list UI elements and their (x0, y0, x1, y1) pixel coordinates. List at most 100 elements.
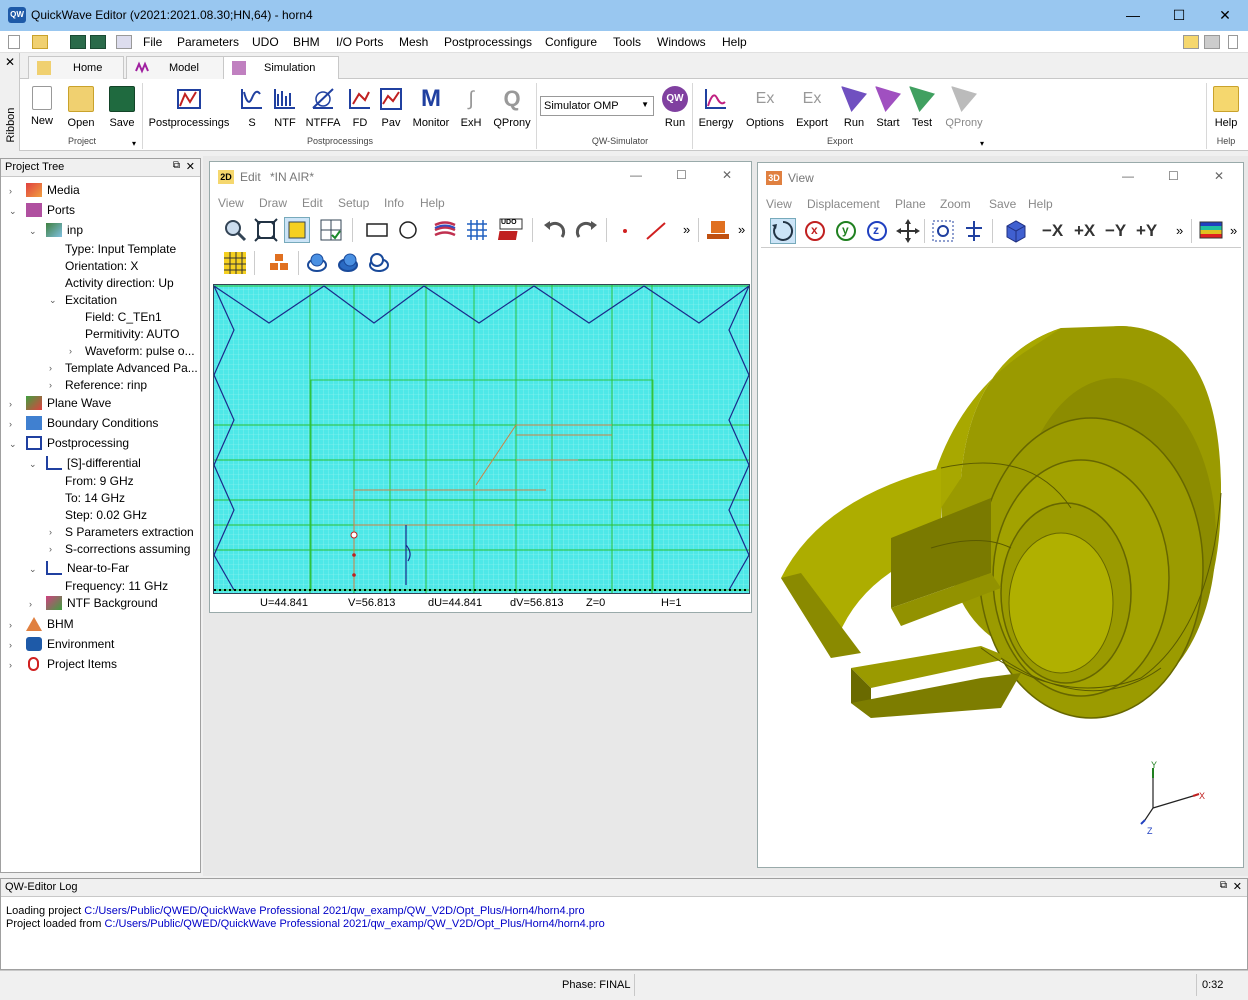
minimize-button[interactable]: — (1110, 0, 1156, 31)
help-book-icon[interactable] (1183, 35, 1199, 49)
tree-plane-wave[interactable]: Plane Wave (47, 396, 111, 410)
mesh-canvas[interactable] (213, 284, 750, 594)
line-icon[interactable] (643, 217, 669, 243)
tree-media[interactable]: Media (47, 183, 80, 197)
float-icon[interactable]: ⧉ (173, 160, 180, 171)
edit-menu-draw[interactable]: Draw (259, 196, 287, 210)
pav-button[interactable]: Pav (377, 83, 405, 129)
close-button[interactable]: ✕ (722, 168, 732, 182)
tree-ntf-background[interactable]: NTF Background (67, 596, 158, 610)
log-line-2-path[interactable]: C:/Users/Public/QWED/QuickWave Professio… (104, 918, 604, 930)
tree-near-to-far[interactable]: Near-to-Far (67, 561, 129, 575)
monitor-button[interactable]: M Monitor (410, 83, 452, 130)
view-plus-x-button[interactable]: +X (1074, 221, 1095, 241)
new-doc-icon[interactable] (8, 35, 20, 49)
menu-help[interactable]: Help (722, 35, 747, 49)
object-icon-2[interactable] (335, 250, 361, 276)
tab-simulation[interactable]: Simulation (223, 56, 339, 80)
chevron-right-icon[interactable]: › (49, 527, 52, 537)
chevron-down-icon[interactable]: ⌄ (9, 439, 17, 450)
tree-to[interactable]: To: 14 GHz (65, 491, 125, 505)
view-minus-y-button[interactable]: −Y (1105, 221, 1126, 241)
open-button[interactable]: Open (65, 83, 97, 129)
tree-bhm[interactable]: BHM (47, 617, 74, 631)
cubes-icon[interactable] (266, 250, 292, 276)
page-icon[interactable] (1228, 35, 1238, 49)
cube-icon[interactable] (1003, 218, 1029, 244)
tree-field[interactable]: Field: C_TEn1 (85, 310, 162, 324)
edit-menu-edit[interactable]: Edit (302, 196, 323, 210)
options-button[interactable]: Ex Options (742, 83, 788, 129)
group-expand-icon[interactable]: ▾ (132, 139, 136, 148)
menu-udo[interactable]: UDO (252, 35, 279, 49)
3d-canvas[interactable]: Y X Z (761, 247, 1241, 863)
tree-s-extraction[interactable]: S Parameters extraction (65, 525, 194, 539)
tree-ports[interactable]: Ports (47, 203, 75, 217)
mesh-toggle-icon[interactable] (222, 250, 248, 276)
tree-frequency[interactable]: Frequency: 11 GHz (65, 579, 168, 593)
properties-icon[interactable] (116, 35, 132, 49)
tree-s-corrections[interactable]: S-corrections assuming (65, 542, 190, 556)
edit-menu-help[interactable]: Help (420, 196, 445, 210)
menu-file[interactable]: File (143, 35, 162, 49)
tree-permitivity[interactable]: Permitivity: AUTO (85, 327, 179, 341)
chevron-down-icon[interactable]: ⌄ (29, 459, 37, 470)
tree-activity[interactable]: Activity direction: Up (65, 276, 174, 290)
save-all-icon[interactable] (90, 35, 106, 49)
menu-configure[interactable]: Configure (545, 35, 597, 49)
chevron-right-icon[interactable]: › (49, 380, 52, 390)
point-icon[interactable] (612, 217, 638, 243)
align-icon[interactable] (961, 218, 987, 244)
menu-tools[interactable]: Tools (613, 35, 641, 49)
chevron-down-icon[interactable]: ⌄ (29, 564, 37, 575)
run-simulator-button[interactable]: QW Run (660, 83, 690, 129)
menu-mesh[interactable]: Mesh (399, 35, 428, 49)
open-folder-icon[interactable] (32, 35, 48, 49)
rotate-x-icon[interactable]: x (802, 218, 828, 244)
close-icon[interactable]: ✕ (1233, 880, 1242, 893)
save-button[interactable]: Save (106, 83, 138, 129)
view-menu-save[interactable]: Save (989, 197, 1016, 211)
tree-template-advanced[interactable]: Template Advanced Pa... (65, 361, 198, 375)
tree-from[interactable]: From: 9 GHz (65, 474, 134, 488)
simulator-select[interactable]: Simulator OMP ▼ (540, 96, 654, 116)
ntf-button[interactable]: NTF (270, 83, 300, 129)
chevron-right-icon[interactable]: › (49, 544, 52, 554)
chevron-right-icon[interactable]: › (29, 599, 32, 609)
close-button[interactable]: ✕ (1202, 0, 1248, 31)
chevron-down-icon[interactable]: ⌄ (9, 206, 17, 217)
tree-step[interactable]: Step: 0.02 GHz (65, 508, 147, 522)
chevron-down-icon[interactable]: ⌄ (29, 226, 37, 237)
qprony-button[interactable]: Q QProny (490, 83, 534, 129)
edit-menu-info[interactable]: Info (384, 196, 404, 210)
menu-windows[interactable]: Windows (657, 35, 706, 49)
mesh-grid-icon[interactable] (464, 217, 490, 243)
udo-icon[interactable]: UDO (497, 217, 524, 243)
tree-environment[interactable]: Environment (47, 637, 114, 651)
rectangle-icon[interactable] (364, 217, 390, 243)
view-menu-view[interactable]: View (766, 197, 792, 211)
rotate-y-icon[interactable]: y (833, 218, 859, 244)
tree-postprocessing[interactable]: Postprocessing (47, 436, 129, 450)
more-tools-icon-2[interactable]: » (738, 222, 745, 237)
chevron-right-icon[interactable]: › (49, 363, 52, 373)
fd-button[interactable]: FD (347, 83, 373, 129)
exh-button[interactable]: ∫ ExH (456, 83, 486, 129)
menu-bhm[interactable]: BHM (293, 35, 320, 49)
tab-model[interactable]: Model (126, 56, 224, 79)
view-menu-plane[interactable]: Plane (895, 197, 926, 211)
fit-icon[interactable] (253, 217, 279, 243)
more-tools-icon-2[interactable]: » (1230, 223, 1237, 238)
view-menu-help[interactable]: Help (1028, 197, 1053, 211)
view-minus-x-button[interactable]: −X (1042, 221, 1063, 241)
log-line-1-path[interactable]: C:/Users/Public/QWED/QuickWave Professio… (84, 905, 584, 917)
tree-project-items[interactable]: Project Items (47, 657, 117, 671)
help-button[interactable]: Help (1210, 83, 1242, 129)
export-button[interactable]: Ex Export (792, 83, 832, 129)
tree-orientation[interactable]: Orientation: X (65, 259, 138, 273)
edit-menu-setup[interactable]: Setup (338, 196, 369, 210)
layers-icon[interactable] (432, 217, 458, 243)
postprocessings-button[interactable]: Postprocessings (148, 83, 230, 129)
object-icon-3[interactable] (366, 250, 392, 276)
tree-excitation[interactable]: Excitation (65, 293, 117, 307)
